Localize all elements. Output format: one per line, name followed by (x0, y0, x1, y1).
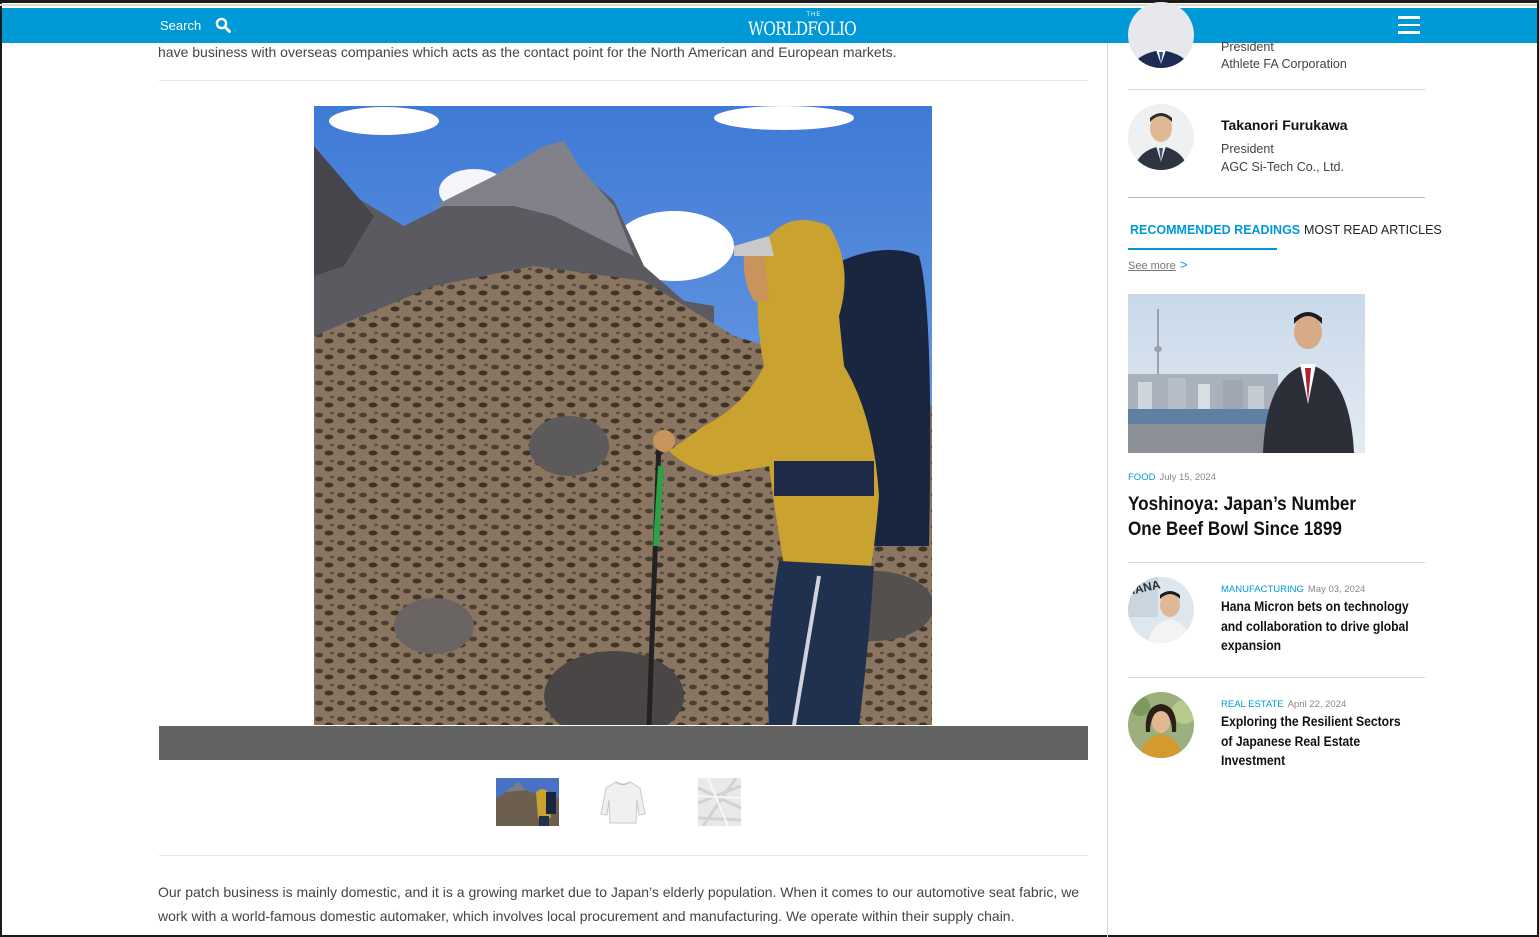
article-title[interactable]: Hana Micron bets on technology and colla… (1221, 597, 1410, 656)
feature-article-title[interactable]: Yoshinoya: Japan’s Number One Beef Bowl … (1128, 492, 1362, 542)
gallery-caption-bar (159, 726, 1088, 760)
feature-article-image[interactable] (1128, 294, 1365, 453)
top-navigation-bar: Search THE WORLDFOLIO (2, 8, 1537, 43)
article-meta: FOOD July 15, 2024 (1128, 472, 1216, 483)
article-category[interactable]: REAL ESTATE (1221, 699, 1284, 710)
person-name[interactable]: Takanori Furukawa (1221, 117, 1348, 133)
divider (159, 855, 1088, 856)
article-category[interactable]: FOOD (1128, 472, 1155, 483)
tab-recommended-readings[interactable]: RECOMMENDED READINGS (1130, 223, 1300, 237)
article-category[interactable]: MANUFACTURING (1221, 584, 1304, 595)
person-company: Athlete FA Corporation (1221, 57, 1347, 71)
search-button[interactable]: Search (160, 18, 201, 33)
article-paragraph: Our patch business is mainly domestic, a… (158, 884, 1080, 924)
person-avatar[interactable] (1128, 104, 1194, 170)
sidebar-divider (1107, 43, 1108, 937)
hamburger-menu-icon[interactable] (1398, 16, 1420, 35)
frame-top-line (0, 4, 1537, 6)
article-thumbnail[interactable] (1128, 692, 1194, 758)
active-tab-indicator (1128, 248, 1277, 250)
article-meta: MANUFACTURING May 03, 2024 (1221, 584, 1365, 595)
gallery-thumbnail-2[interactable] (599, 778, 647, 826)
article-date: April 22, 2024 (1287, 699, 1347, 710)
article-date: July 15, 2024 (1159, 472, 1216, 483)
see-more-link[interactable]: See more (1128, 260, 1176, 272)
chevron-right-icon[interactable]: > (1180, 257, 1188, 272)
search-icon[interactable] (215, 17, 231, 33)
gallery-thumbnail-3[interactable] (698, 778, 741, 826)
gallery-thumbnail-1[interactable] (496, 778, 559, 826)
logo-main-text: WORLDFOLIO (748, 18, 857, 40)
person-role: President (1221, 40, 1274, 54)
article-title[interactable]: Exploring the Resilient Sectors of Japan… (1221, 712, 1410, 771)
article-thumbnail[interactable]: HANA (1128, 577, 1194, 643)
site-logo[interactable]: THE WORLDFOLIO (748, 12, 880, 40)
gallery-main-image[interactable] (314, 106, 932, 725)
article-date: May 03, 2024 (1307, 584, 1366, 595)
article-meta: REAL ESTATE April 22, 2024 (1221, 699, 1346, 710)
article-paragraph: have business with overseas companies wh… (158, 44, 897, 60)
divider (1128, 677, 1425, 678)
divider (1128, 562, 1425, 563)
divider (1128, 89, 1425, 90)
divider (1128, 197, 1425, 198)
person-role: President (1221, 142, 1274, 156)
divider (159, 80, 1088, 81)
person-company: AGC Si-Tech Co., Ltd. (1221, 160, 1344, 174)
tab-most-read-articles[interactable]: MOST READ ARTICLES (1304, 223, 1442, 237)
person-avatar[interactable] (1128, 2, 1194, 68)
